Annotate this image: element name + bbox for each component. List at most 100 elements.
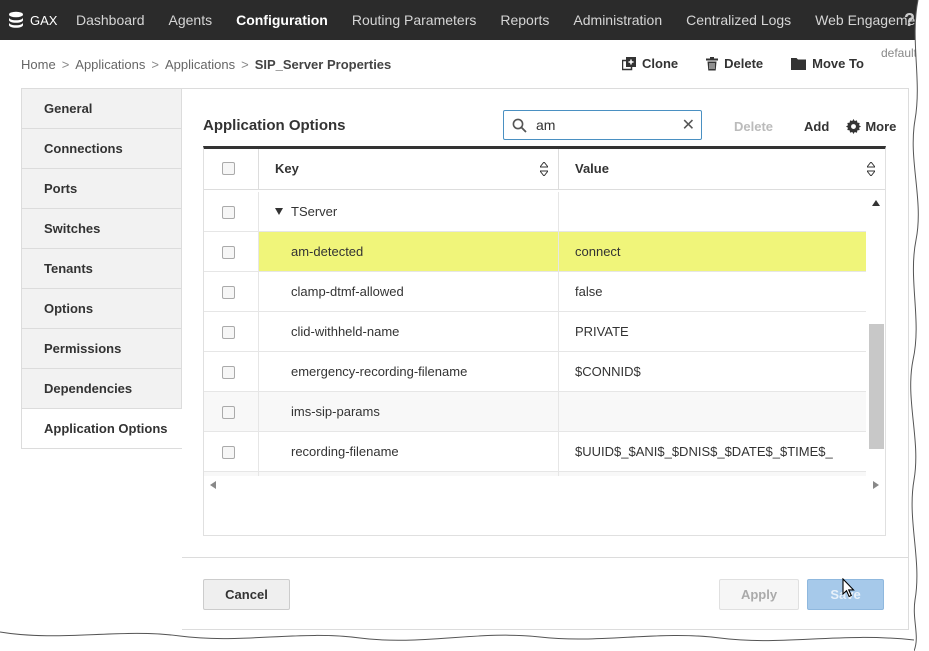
table-row[interactable]: ims-sip-params [204, 392, 866, 432]
search-box: ✕ [503, 110, 702, 140]
clear-search-icon[interactable]: ✕ [682, 115, 695, 135]
breadcrumb: Home > Applications > Applications > SIP… [21, 57, 391, 72]
help-icon[interactable]: ? [904, 0, 915, 40]
breadcrumb-applications-2[interactable]: Applications [165, 57, 235, 72]
row-checkbox[interactable] [222, 286, 235, 299]
scroll-up-icon[interactable] [872, 200, 880, 206]
nav-agents[interactable]: Agents [157, 0, 225, 40]
row-key: am-detected [259, 232, 559, 271]
breadcrumb-separator: > [61, 57, 70, 72]
row-key: clamp-dtmf-allowed [259, 272, 559, 311]
panel-title: Application Options [203, 117, 346, 134]
breadcrumb-home[interactable]: Home [21, 57, 56, 72]
scroll-left-icon[interactable] [210, 481, 216, 489]
row-value: PRIVATE [575, 324, 629, 339]
sidebar-item-general[interactable]: General [21, 88, 182, 129]
application-options-panel: Application Options ✕ Delete Add More Ke… [182, 88, 909, 630]
search-icon [512, 118, 527, 133]
select-all-cell [204, 149, 259, 189]
sidebar-item-tenants[interactable]: Tenants [21, 249, 182, 289]
sort-icon[interactable] [540, 162, 548, 176]
row-value: false [575, 284, 603, 299]
horizontal-scrollbar[interactable] [204, 476, 885, 493]
move-to-label: Move To [812, 56, 864, 71]
footer-divider [182, 557, 908, 558]
row-checkbox[interactable] [222, 406, 235, 419]
row-value: $CONNID$ [575, 364, 641, 379]
grid-header: Key Value [204, 149, 885, 190]
sidebar-item-dependencies[interactable]: Dependencies [21, 369, 182, 409]
row-checkbox[interactable] [222, 246, 235, 259]
row-value: $UUID$_$ANI$_$DNIS$_$DATE$_$TIME$_ [575, 444, 833, 459]
apply-button[interactable]: Apply [719, 579, 799, 610]
folder-icon [791, 57, 807, 70]
trash-icon [706, 56, 719, 71]
sidebar-item-permissions[interactable]: Permissions [21, 329, 182, 369]
row-value: connect [559, 232, 866, 271]
table-row[interactable]: recording-filename $UUID$_$ANI$_$DNIS$_$… [204, 432, 866, 472]
search-input[interactable] [536, 116, 676, 134]
sidebar-item-ports[interactable]: Ports [21, 169, 182, 209]
move-to-button[interactable]: Move To [791, 56, 864, 71]
row-value [559, 392, 866, 431]
column-header-key[interactable]: Key [259, 149, 559, 189]
properties-sidebar: General Connections Ports Switches Tenan… [21, 88, 182, 449]
column-header-value[interactable]: Value [559, 149, 885, 189]
sidebar-item-options[interactable]: Options [21, 289, 182, 329]
scroll-thumb[interactable] [869, 324, 884, 449]
more-button[interactable]: More [846, 119, 896, 134]
database-icon [8, 11, 24, 29]
nav-centralized-logs[interactable]: Centralized Logs [674, 0, 803, 40]
nav-reports[interactable]: Reports [488, 0, 561, 40]
nav-dashboard[interactable]: Dashboard [64, 0, 157, 40]
row-checkbox[interactable] [222, 446, 235, 459]
cancel-button[interactable]: Cancel [203, 579, 290, 610]
select-all-checkbox[interactable] [222, 162, 235, 175]
sidebar-item-connections[interactable]: Connections [21, 129, 182, 169]
clone-icon [622, 56, 636, 71]
row-value [559, 192, 866, 231]
table-row[interactable]: emergency-recording-filename $CONNID$ [204, 352, 866, 392]
row-key: TServer [291, 204, 338, 219]
brand-label: GAX [30, 12, 58, 28]
nav-administration[interactable]: Administration [561, 0, 674, 40]
table-row[interactable]: am-detected connect [204, 232, 866, 272]
row-checkbox[interactable] [222, 326, 235, 339]
sidebar-item-switches[interactable]: Switches [21, 209, 182, 249]
breadcrumb-current: SIP_Server Properties [254, 57, 392, 72]
gear-icon [846, 119, 862, 134]
add-option-button[interactable]: Add [804, 119, 829, 134]
table-row[interactable]: TServer [204, 192, 866, 232]
delete-option-button[interactable]: Delete [734, 119, 773, 134]
nav-routing-parameters[interactable]: Routing Parameters [340, 0, 489, 40]
clone-button[interactable]: Clone [622, 56, 678, 71]
nav-configuration[interactable]: Configuration [224, 0, 340, 40]
vertical-scrollbar[interactable] [868, 192, 885, 476]
mouse-cursor-icon [842, 578, 855, 598]
row-key: clid-withheld-name [259, 312, 559, 351]
breadcrumb-separator: > [241, 57, 249, 72]
object-toolbar: Clone Delete Move To [622, 56, 892, 71]
row-key: emergency-recording-filename [259, 352, 559, 391]
row-key: recording-filename [259, 432, 559, 471]
row-checkbox[interactable] [222, 206, 235, 219]
more-label: More [865, 119, 897, 134]
column-value-label: Value [575, 161, 609, 176]
column-key-label: Key [275, 161, 299, 176]
options-grid: Key Value TServer am-detected connect cl… [203, 146, 886, 536]
expand-triangle-icon[interactable] [275, 208, 283, 216]
grid-body: TServer am-detected connect clamp-dtmf-a… [204, 192, 866, 476]
table-row[interactable]: clid-withheld-name PRIVATE [204, 312, 866, 352]
breadcrumb-applications[interactable]: Applications [75, 57, 145, 72]
grid-actions: Delete Add More [734, 119, 896, 134]
main-nav: Dashboard Agents Configuration Routing P… [64, 0, 929, 40]
sort-icon[interactable] [867, 162, 875, 176]
sidebar-item-application-options[interactable]: Application Options [21, 409, 182, 449]
clone-label: Clone [642, 56, 679, 71]
row-checkbox[interactable] [222, 366, 235, 379]
brand[interactable]: GAX [8, 0, 57, 40]
delete-button[interactable]: Delete [706, 56, 763, 71]
table-row[interactable]: clamp-dtmf-allowed false [204, 272, 866, 312]
delete-label: Delete [724, 56, 764, 71]
scroll-right-icon[interactable] [873, 481, 879, 489]
